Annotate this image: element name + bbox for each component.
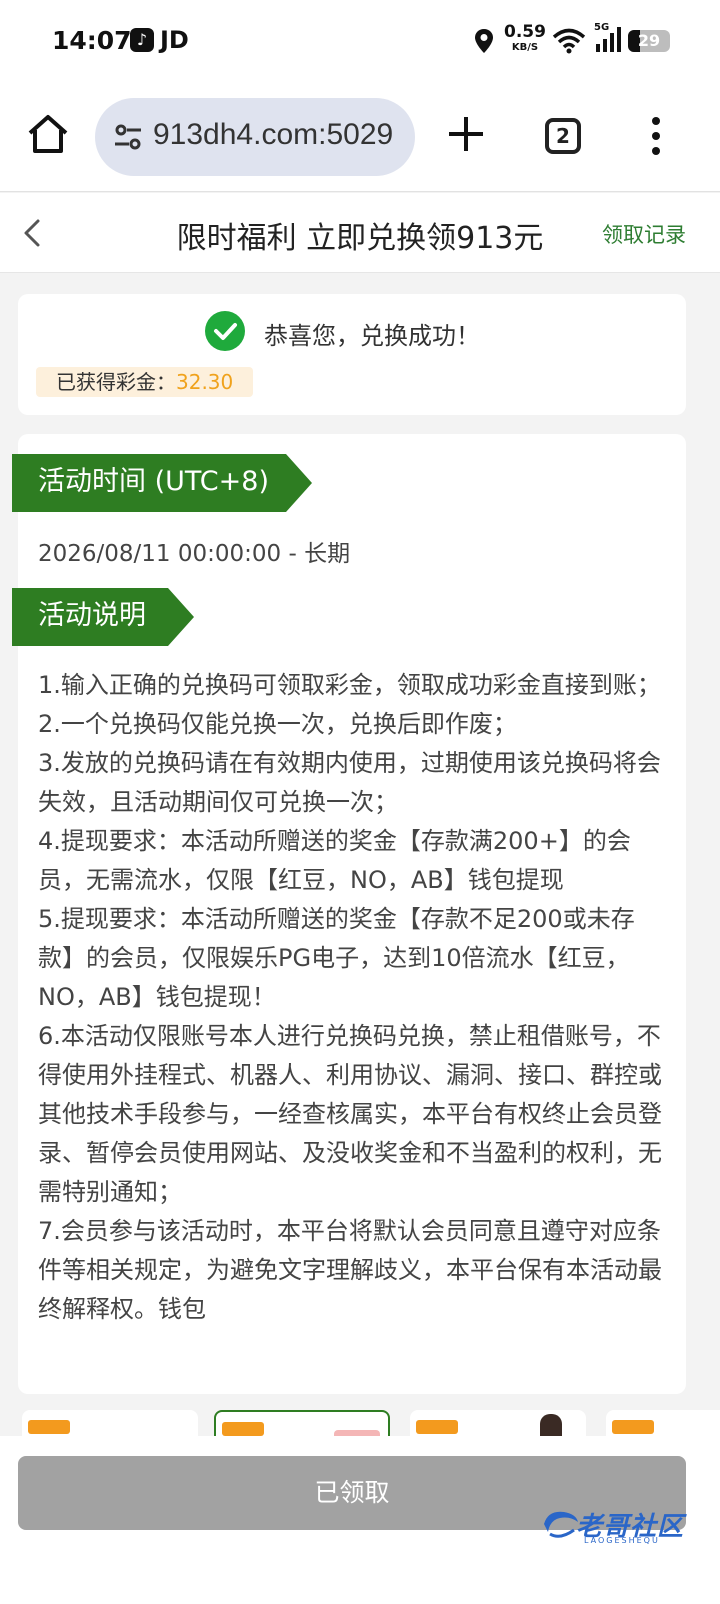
address-bar[interactable]: 913dh4.com:5029 <box>95 98 415 176</box>
home-icon[interactable] <box>26 112 70 156</box>
promo-badge <box>28 1420 70 1434</box>
url-text[interactable]: 913dh4.com:5029 <box>153 118 393 152</box>
promo-badge <box>416 1420 458 1434</box>
net-speed-value: 0.59 <box>504 22 546 42</box>
tab-switcher-button[interactable]: 2 <box>545 118 581 154</box>
rules-list: 1.输入正确的兑换码可领取彩金，领取成功彩金直接到账； 2.一个兑换码仅能兑换一… <box>38 666 668 1329</box>
success-message: 恭喜您，兑换成功！ <box>264 322 480 350</box>
rule-item: 2.一个兑换码仅能兑换一次，兑换后即作废； <box>38 710 517 738</box>
location-icon <box>475 29 493 53</box>
claim-record-link[interactable]: 领取记录 <box>602 219 686 249</box>
watermark-subtext: LAOGESHEQU <box>584 1536 660 1545</box>
rule-item: 7.会员参与该活动时，本平台将默认会员同意且遵守对应条件等相关规定，为避免文字理… <box>38 1217 662 1323</box>
net-speed-unit: KB/S <box>511 42 539 53</box>
activity-desc-tag: 活动说明 <box>12 588 194 646</box>
more-menu-icon[interactable] <box>648 116 664 156</box>
net-speed: 0.59 KB/S <box>504 24 546 56</box>
rule-item: 1.输入正确的兑换码可领取彩金，领取成功彩金直接到账； <box>38 671 661 699</box>
rule-item: 3.发放的兑换码请在有效期内使用，过期使用该兑换码将会失效，且活动期间仅可兑换一… <box>38 749 661 816</box>
check-circle-icon <box>205 311 245 351</box>
new-tab-icon[interactable] <box>446 114 486 154</box>
bottom-bar: 已领取 老哥社区 LAOGESHEQU <box>0 1436 720 1604</box>
battery-level: 29 <box>637 31 661 50</box>
signal-icon <box>596 27 621 52</box>
bonus-value: 32.30 <box>176 370 234 394</box>
rule-item: 4.提现要求：本活动所赠送的奖金【存款满200+】的会员，无需流水，仅限【红豆，… <box>38 827 631 894</box>
rule-item: 5.提现要求：本活动所赠送的奖金【存款不足200或未存款】的会员，仅限娱乐PG电… <box>38 905 635 1011</box>
success-card: 恭喜您，兑换成功！ 已获得彩金：32.30 <box>18 294 686 415</box>
browser-toolbar: 913dh4.com:5029 2 <box>0 84 720 192</box>
activity-card: 活动时间 (UTC+8) 2026/08/11 00:00:00 - 长期 活动… <box>18 434 686 1394</box>
status-app-label: JD <box>160 26 189 54</box>
bonus-badge: 已获得彩金：32.30 <box>36 367 254 397</box>
page-header: 限时福利 立即兑换领913元 领取记录 <box>0 193 720 273</box>
rule-item: 6.本活动仅限账号本人进行兑换码兑换，禁止租借账号，不得使用外挂程式、机器人、利… <box>38 1022 662 1206</box>
bonus-label: 已获得彩金： <box>56 370 176 394</box>
wifi-icon <box>552 28 586 54</box>
status-bar: 14:07 ♪ JD 0.59 KB/S 5G 29 <box>0 0 720 84</box>
tiktok-icon: ♪ <box>130 28 154 52</box>
activity-time-value: 2026/08/11 00:00:00 - 长期 <box>38 541 351 567</box>
activity-time-tag: 活动时间 (UTC+8) <box>12 454 312 512</box>
site-settings-icon[interactable] <box>113 123 143 151</box>
promo-badge <box>222 1422 264 1436</box>
watermark-logo: 老哥社区 LAOGESHEQU <box>540 1506 690 1546</box>
promo-badge <box>612 1420 654 1434</box>
battery-icon: 29 <box>628 30 670 52</box>
status-time: 14:07 <box>52 26 132 55</box>
watermark-icon <box>544 1511 578 1538</box>
